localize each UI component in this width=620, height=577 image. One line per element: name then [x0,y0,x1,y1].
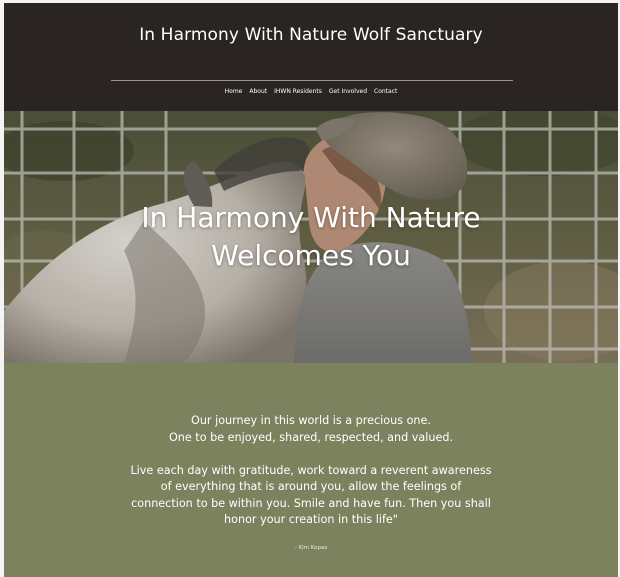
hero-banner: In Harmony With Nature Welcomes You [4,111,618,363]
quote-text: Our journey in this world is a precious … [4,413,618,529]
hero-heading: In Harmony With Nature Welcomes You [4,199,618,275]
quote-line: of everything that is around you, allow … [160,480,462,493]
main-nav: Home About IHWN Residents Get Involved C… [4,88,618,95]
quote-paragraph-gap [4,446,618,463]
site-header: In Harmony With Nature Wolf Sanctuary Ho… [4,3,618,111]
quote-attribution: - Kim Kopas [294,545,328,551]
nav-contact[interactable]: Contact [374,88,397,95]
hero-heading-line-1: In Harmony With Nature [141,201,481,234]
quote-line: connection to be within you. Smile and h… [131,496,491,510]
nav-ihwn-residents[interactable]: IHWN Residents [274,88,322,95]
quote-line: One to be enjoyed, shared, respected, an… [168,430,454,444]
page: In Harmony With Nature Wolf Sanctuary Ho… [4,3,618,577]
site-title[interactable]: In Harmony With Nature Wolf Sanctuary [4,25,618,45]
quote-line: honor your creation in this life" [224,513,398,526]
quote-line: Our journey in this world is a precious … [191,414,431,427]
nav-about[interactable]: About [249,88,267,95]
header-divider [111,80,513,81]
nav-get-involved[interactable]: Get Involved [329,88,367,95]
nav-home[interactable]: Home [225,88,243,95]
browser-viewport: In Harmony With Nature Wolf Sanctuary Ho… [0,0,620,577]
hero-heading-line-2: Welcomes You [211,239,411,272]
quote-line: Live each day with gratitude, work towar… [130,463,492,477]
